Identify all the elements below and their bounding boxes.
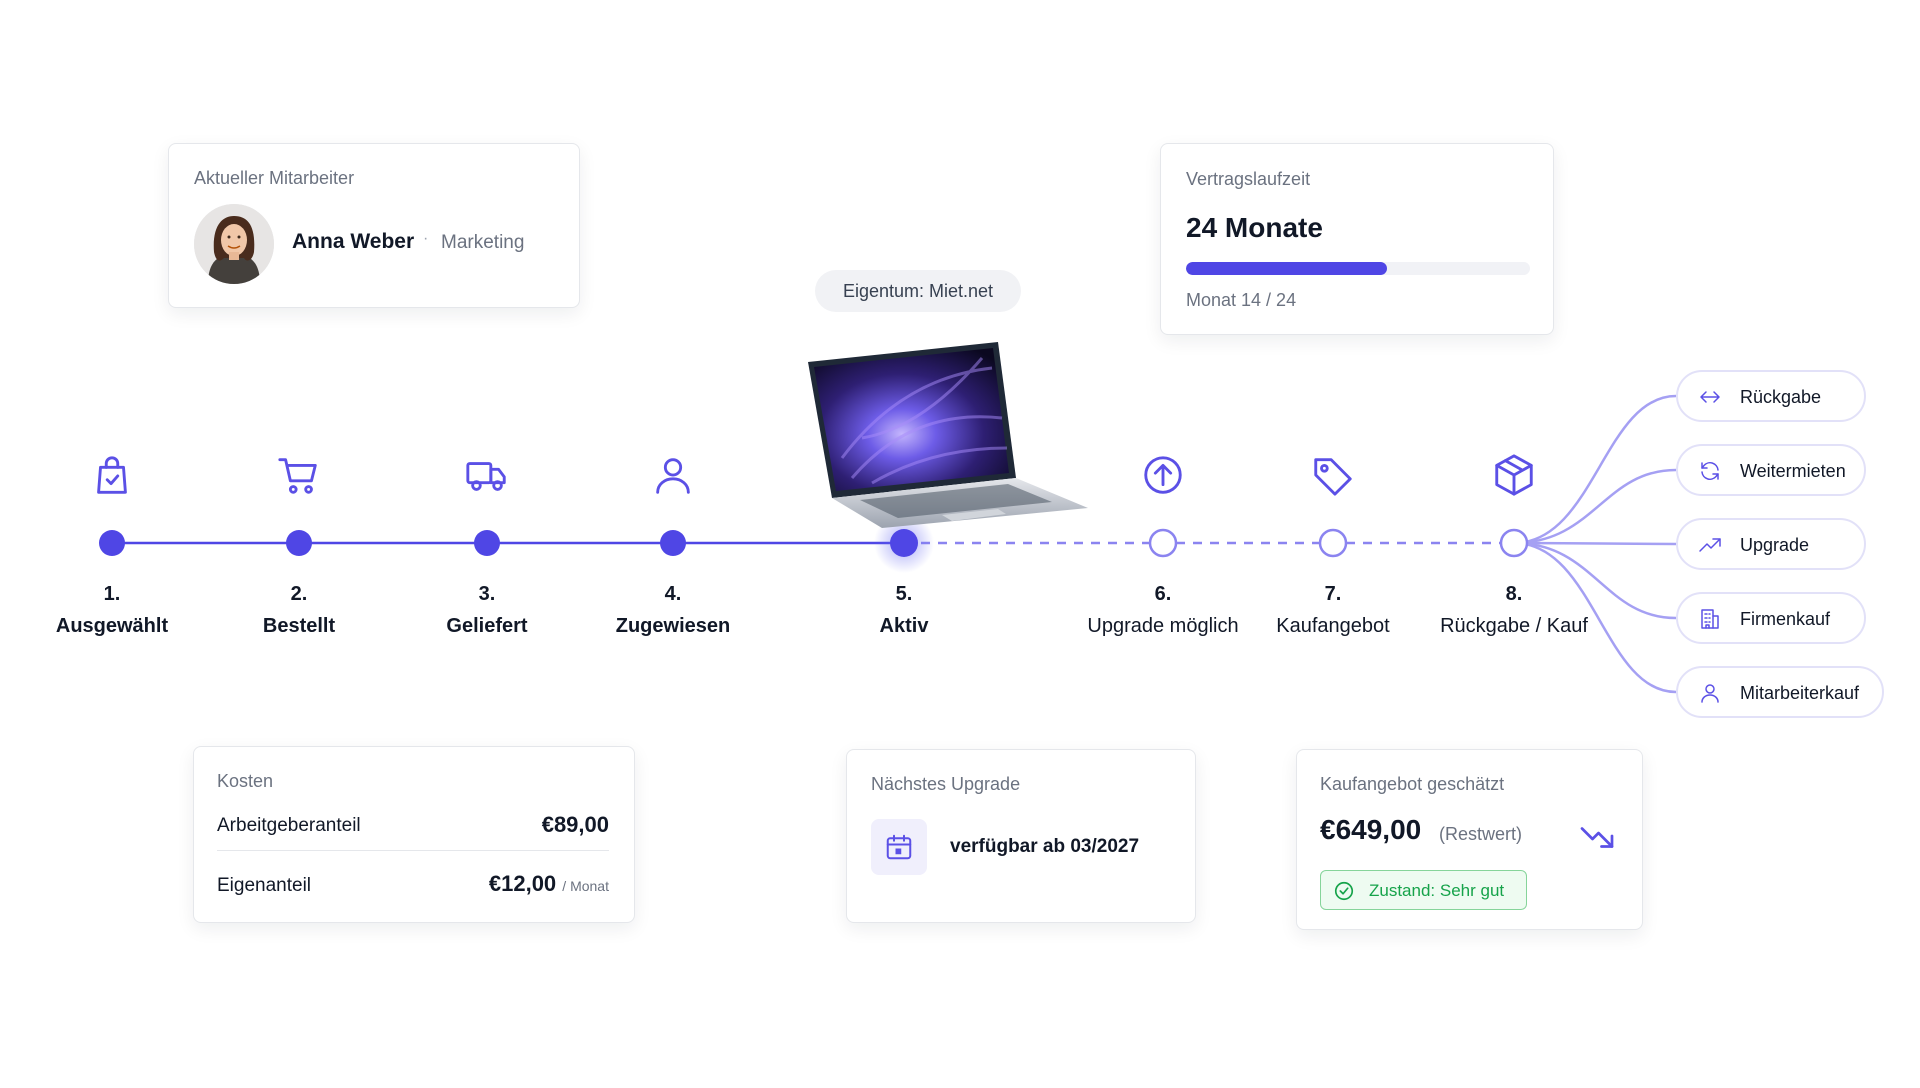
step-number: 4. <box>664 583 682 605</box>
arrow-up-circle-icon <box>1140 452 1186 498</box>
employee-separator: · <box>423 230 429 247</box>
timeline-node-done <box>890 529 918 557</box>
step-number: 5. <box>895 583 913 605</box>
option-label: Mitarbeiterkauf <box>1740 683 1860 703</box>
step-label: Ausgewählt <box>55 615 169 637</box>
step-number: 6. <box>1154 583 1172 605</box>
own-cost-label: Eigenanteil <box>217 875 312 896</box>
step-label: Kaufangebot <box>1276 615 1390 637</box>
option-rückgabe[interactable]: Rückgabe <box>1676 370 1866 422</box>
branch-connector <box>1513 468 1677 545</box>
employer-cost-label: Arbeitgeberanteil <box>217 815 361 836</box>
timeline-node-pending <box>1148 528 1178 558</box>
buyout-card: Kaufangebot geschätzt €649,00 (Restwert)… <box>1296 749 1643 930</box>
option-label: Rückgabe <box>1740 387 1822 407</box>
user-icon <box>1698 681 1722 705</box>
timeline-node-done <box>660 530 686 556</box>
laptop-image <box>802 338 1092 533</box>
upgrade-card: Nächstes Upgrade verfügbar ab 03/2027 <box>846 749 1196 923</box>
condition-text: Zustand: Sehr gut <box>1369 881 1505 900</box>
own-cost-amount-group: €12,00 / Monat <box>489 871 609 897</box>
tag-icon <box>1310 452 1356 498</box>
step-number: 8. <box>1505 583 1523 605</box>
timeline-node-done <box>99 530 125 556</box>
branch-connector <box>1513 541 1677 546</box>
contract-card-label: Vertragslaufzeit <box>1186 169 1311 189</box>
cart-icon <box>276 452 322 498</box>
branch-connector <box>1513 394 1677 545</box>
step-label: Upgrade möglich <box>1087 615 1239 637</box>
option-mitarbeiterkauf[interactable]: Mitarbeiterkauf <box>1676 666 1884 718</box>
option-upgrade[interactable]: Upgrade <box>1676 518 1866 570</box>
contract-progress-bar <box>1186 262 1530 275</box>
employer-cost-amount: €89,00 <box>541 812 609 837</box>
timeline-node-done <box>286 530 312 556</box>
option-label: Firmenkauf <box>1740 609 1831 629</box>
timeline-node-done <box>474 530 500 556</box>
contract-duration: 24 Monate <box>1186 212 1323 243</box>
step-label: Rückgabe / Kauf <box>1440 615 1588 637</box>
calendar-icon <box>871 819 927 875</box>
step-label: Aktiv <box>879 615 929 637</box>
cost-card: Kosten Arbeitgeberanteil €89,00 Eigenant… <box>193 746 635 923</box>
own-cost-unit: / Monat <box>562 878 609 894</box>
employee-department: Marketing <box>441 232 525 253</box>
step-number: 3. <box>478 583 496 605</box>
own-cost-amount: €12,00 <box>488 871 557 896</box>
step-number: 7. <box>1324 583 1342 605</box>
upgrade-availability: verfügbar ab 03/2027 <box>950 836 1140 857</box>
step-number: 2. <box>290 583 308 605</box>
step-label: Zugewiesen <box>615 615 731 637</box>
trend-up-icon <box>1698 533 1722 557</box>
employee-card: Aktueller Mitarbeiter Anna Weber · Marke… <box>168 143 580 308</box>
buyout-card-label: Kaufangebot geschätzt <box>1320 774 1505 794</box>
building-icon <box>1698 607 1722 631</box>
option-firmenkauf[interactable]: Firmenkauf <box>1676 592 1866 644</box>
buyout-price: €649,00 <box>1320 814 1422 845</box>
truck-icon <box>464 452 510 498</box>
step-label: Geliefert <box>446 615 528 637</box>
option-label: Upgrade <box>1740 535 1810 555</box>
shopping-bag-check-icon <box>89 452 135 498</box>
contract-progress-fill <box>1186 262 1387 275</box>
upgrade-card-label: Nächstes Upgrade <box>871 774 1021 794</box>
employee-name: Anna Weber <box>292 230 415 253</box>
cost-divider <box>217 850 609 851</box>
timeline-node-pending <box>1499 528 1529 558</box>
buyout-price-note: (Restwert) <box>1439 824 1523 844</box>
check-circle-icon <box>1334 881 1354 901</box>
employee-card-label: Aktueller Mitarbeiter <box>194 168 355 188</box>
ownership-badge: Eigentum: Miet.net <box>815 270 1021 312</box>
condition-badge: Zustand: Sehr gut <box>1320 870 1527 910</box>
step-number: 1. <box>103 583 121 605</box>
option-weitermieten[interactable]: Weitermieten <box>1676 444 1866 496</box>
timeline-node-pending <box>1318 528 1348 558</box>
cost-card-label: Kosten <box>217 771 274 791</box>
contract-card: Vertragslaufzeit 24 Monate Monat 14 / 24 <box>1160 143 1554 335</box>
return-arrow-icon <box>1698 385 1722 409</box>
box-icon <box>1491 452 1537 498</box>
contract-progress-text: Monat 14 / 24 <box>1186 290 1297 310</box>
branch-connector <box>1513 541 1677 620</box>
avatar <box>194 204 274 284</box>
option-label: Weitermieten <box>1740 461 1846 481</box>
step-label: Bestellt <box>262 615 336 637</box>
trend-down-icon <box>1579 818 1615 854</box>
refresh-icon <box>1698 459 1722 483</box>
user-icon <box>650 452 696 498</box>
